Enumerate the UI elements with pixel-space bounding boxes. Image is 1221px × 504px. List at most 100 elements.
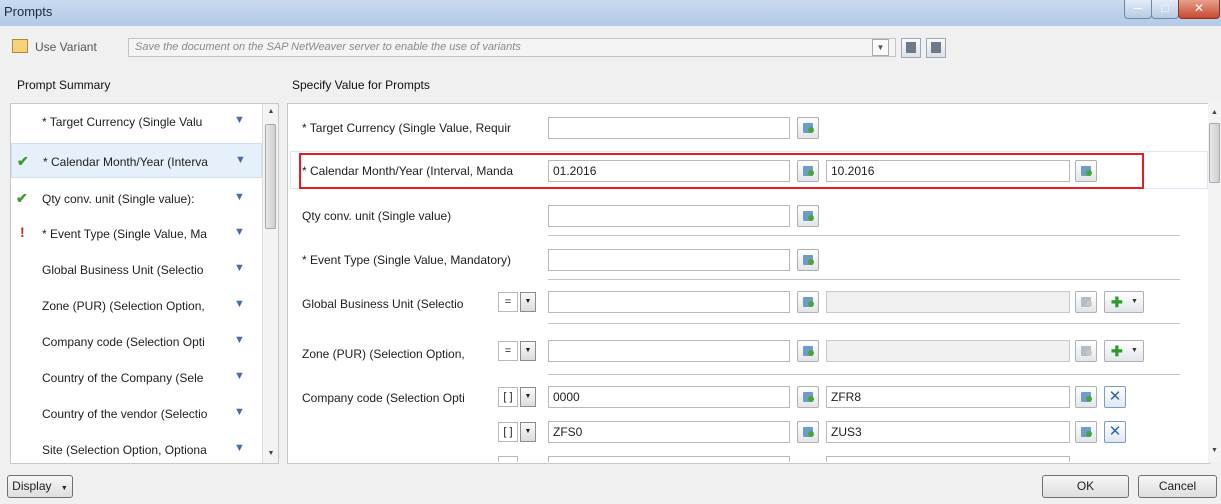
value-help-button[interactable] [797, 421, 819, 443]
target-currency-input[interactable] [548, 117, 790, 139]
add-value-button[interactable]: ✚ ▼ [1104, 340, 1144, 362]
operator-dropdown[interactable]: ▼ [520, 422, 536, 442]
summary-item[interactable]: * Target Currency (Single Valu ▼ [11, 104, 262, 139]
summary-item[interactable]: ✔ * Calendar Month/Year (Interva ▼ [11, 143, 262, 178]
operator-field[interactable]: = [498, 292, 518, 312]
value-help-button[interactable] [797, 249, 819, 271]
scroll-down-icon[interactable]: ▼ [263, 450, 278, 457]
prompt-summary-heading: Prompt Summary [17, 78, 111, 92]
qty-unit-input[interactable] [548, 205, 790, 227]
value-help-button[interactable] [1075, 421, 1097, 443]
display-button[interactable]: Display ▼ [7, 475, 73, 498]
check-icon: ✔ [17, 153, 29, 169]
calendar-to-input[interactable]: 10.2016 [826, 160, 1070, 182]
summary-item[interactable]: ✔ Qty conv. unit (Single value): ▼ [11, 181, 262, 216]
separator [548, 235, 1180, 236]
summary-item[interactable]: Country of the vendor (Selectio ▼ [11, 396, 262, 431]
company-to-input[interactable]: ZFR8 [826, 386, 1070, 408]
operator-dropdown[interactable]: ▼ [520, 387, 536, 407]
chevron-down-icon: ▼ [60, 485, 68, 492]
pin-icon[interactable]: ▼ [234, 191, 245, 203]
company-from-input[interactable]: 0000 [548, 386, 790, 408]
gbu-from-input[interactable] [548, 291, 790, 313]
table-icon [931, 42, 941, 53]
summary-item[interactable]: Country of the Company (Sele ▼ [11, 360, 262, 395]
calendar-from-input[interactable]: 01.2016 [548, 160, 790, 182]
operator-dropdown[interactable]: ▼ [520, 341, 536, 361]
variant-dropdown[interactable]: ▼ [872, 39, 889, 56]
pin-icon[interactable]: ▼ [234, 114, 245, 126]
company-to-input[interactable] [826, 456, 1070, 462]
save-icon [906, 42, 916, 53]
value-help-button[interactable] [797, 386, 819, 408]
operator-field[interactable]: = [498, 341, 518, 361]
pin-icon[interactable]: ▼ [234, 370, 245, 382]
summary-item-label: Country of the vendor (Selectio [42, 407, 208, 421]
summary-item-label: Zone (PUR) (Selection Option, [42, 299, 205, 313]
chevron-down-icon: ▼ [524, 393, 532, 400]
minimize-icon: ─ [1133, 1, 1143, 15]
pin-icon[interactable]: ▼ [234, 334, 245, 346]
add-value-button[interactable]: ✚ ▼ [1104, 291, 1144, 313]
pin-icon[interactable]: ▼ [234, 406, 245, 418]
pin-icon[interactable]: ▼ [234, 262, 245, 274]
display-label: Display [12, 479, 52, 493]
summary-item-label: * Target Currency (Single Valu [42, 115, 203, 129]
remove-row-button[interactable]: ✕ [1104, 386, 1126, 408]
value-help-button[interactable] [797, 117, 819, 139]
zone-label: Zone (PUR) (Selection Option, [302, 347, 465, 361]
scroll-down-icon[interactable]: ▼ [1208, 447, 1221, 454]
chevron-down-icon: ▼ [524, 298, 532, 305]
event-type-input[interactable] [548, 249, 790, 271]
company-from-input[interactable]: ZFS0 [548, 421, 790, 443]
gbu-label: Global Business Unit (Selectio [302, 297, 464, 311]
summary-item[interactable]: Zone (PUR) (Selection Option, ▼ [11, 288, 262, 323]
summary-item-label: Global Business Unit (Selectio [42, 263, 204, 277]
summary-item[interactable]: ! * Event Type (Single Value, Ma ▼ [11, 216, 262, 251]
remove-row-button[interactable]: ✕ [1104, 421, 1126, 443]
scroll-up-icon[interactable]: ▲ [263, 108, 278, 115]
value-help-button[interactable] [1075, 386, 1097, 408]
close-button[interactable]: ✕ [1178, 0, 1220, 19]
value-help-button[interactable] [1075, 160, 1097, 182]
right-scrollbar[interactable]: ▲ ▼ [1208, 103, 1221, 462]
gbu-to-input [826, 291, 1070, 313]
value-help-button[interactable] [797, 205, 819, 227]
pin-icon[interactable]: ▼ [234, 298, 245, 310]
plus-icon: ✚ [1111, 294, 1123, 310]
minimize-button[interactable]: ─ [1124, 0, 1152, 19]
pin-icon[interactable]: ▼ [235, 154, 246, 166]
scroll-thumb[interactable] [1209, 123, 1220, 183]
scroll-up-icon[interactable]: ▲ [1208, 109, 1221, 116]
value-help-button[interactable] [797, 291, 819, 313]
check-icon: ✔ [16, 190, 28, 206]
value-help-button[interactable] [797, 160, 819, 182]
summary-item[interactable]: Site (Selection Option, Optiona ▼ [11, 432, 262, 463]
specify-values-heading: Specify Value for Prompts [292, 78, 430, 92]
manage-variants-button[interactable] [926, 38, 946, 58]
left-scrollbar[interactable]: ▲ ▼ [262, 104, 278, 463]
pin-icon[interactable]: ▼ [234, 442, 245, 454]
cancel-button[interactable]: Cancel [1138, 475, 1217, 498]
maximize-button[interactable]: □ [1151, 0, 1179, 19]
operator-field[interactable]: [ ] [498, 387, 518, 407]
company-from-input[interactable] [548, 456, 790, 462]
variant-input[interactable]: Save the document on the SAP NetWeaver s… [128, 38, 896, 57]
operator-dropdown[interactable]: ▼ [520, 292, 536, 312]
scroll-thumb[interactable] [265, 124, 276, 229]
separator [548, 323, 1180, 324]
company-to-input[interactable]: ZUS3 [826, 421, 1070, 443]
ok-button[interactable]: OK [1042, 475, 1129, 498]
summary-item[interactable]: Company code (Selection Opti ▼ [11, 324, 262, 359]
chevron-down-icon: ▼ [1131, 347, 1138, 354]
chevron-down-icon: ▼ [524, 428, 532, 435]
save-variant-button[interactable] [901, 38, 921, 58]
operator-field[interactable]: [ ] [498, 422, 518, 442]
separator [548, 374, 1180, 375]
summary-item[interactable]: Global Business Unit (Selectio ▼ [11, 252, 262, 287]
operator-field[interactable] [498, 456, 518, 462]
zone-from-input[interactable] [548, 340, 790, 362]
event-type-label: * Event Type (Single Value, Mandatory) [302, 253, 512, 267]
value-help-button[interactable] [797, 340, 819, 362]
pin-icon[interactable]: ▼ [234, 226, 245, 238]
